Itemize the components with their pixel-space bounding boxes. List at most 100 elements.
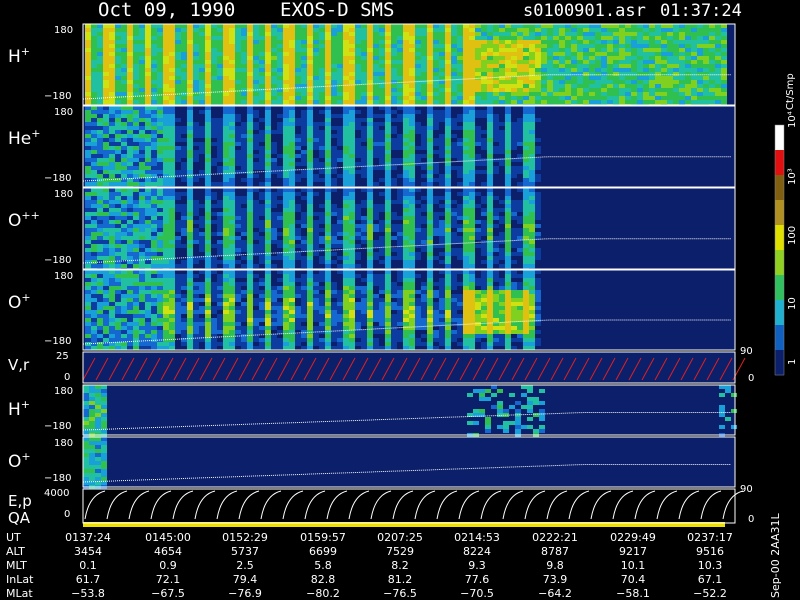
axis-row-value: 3454 xyxy=(74,545,102,558)
axis-row-value: 8.2 xyxy=(391,559,409,572)
axis-row-value: 10.1 xyxy=(621,559,646,572)
small-panel-background xyxy=(83,385,735,435)
axis-row-value: 0207:25 xyxy=(377,531,423,544)
y-tick-max: 180 xyxy=(54,438,73,449)
colorbar-segment xyxy=(775,275,784,301)
axis-row-value: 8224 xyxy=(463,545,491,558)
axis-row-value: −58.1 xyxy=(616,587,650,600)
axis-row-value: 9.3 xyxy=(468,559,486,572)
panel-species-charge: + xyxy=(31,127,40,140)
axis-row-value: −76.9 xyxy=(228,587,262,600)
small-panel-label: H+ xyxy=(8,398,30,420)
y-tick-max: 180 xyxy=(54,189,73,200)
panel-species-charge: ++ xyxy=(21,209,39,222)
axis-row-value: 0214:53 xyxy=(454,531,500,544)
axis-row-value: 9.8 xyxy=(546,559,564,572)
colorbar-tick-label: 100 xyxy=(787,226,798,245)
small-panel-charge: + xyxy=(21,450,30,463)
colorbar-tick-label: 1 xyxy=(787,359,798,365)
axis-row-label: ALT xyxy=(6,545,25,558)
ep-right-tick: 90 xyxy=(740,484,753,495)
axis-row-value: 61.7 xyxy=(76,573,101,586)
axis-row-value: 0152:29 xyxy=(222,531,268,544)
axis-row-value: 77.6 xyxy=(465,573,490,586)
colorbar-tick-label: 10³ xyxy=(787,168,798,185)
x-axis-table: UT 0137:24 0145:00 0152:29 0159:57 0207:25 021… xyxy=(6,531,733,600)
vr-label: V,r xyxy=(8,356,30,374)
small-panel-charge: + xyxy=(21,398,30,411)
axis-row-value: 79.4 xyxy=(233,573,258,586)
axis-row-value: 73.9 xyxy=(543,573,568,586)
colorbar-segment xyxy=(775,225,784,251)
axis-row-value: 9217 xyxy=(619,545,647,558)
vr-right-zero: 0 xyxy=(748,373,754,384)
axis-row-value: 0145:00 xyxy=(145,531,191,544)
axis-row-value: −80.2 xyxy=(306,587,340,600)
colorbar-segment xyxy=(775,250,784,276)
axis-row-value: 4654 xyxy=(154,545,182,558)
vr-y-max: 25 xyxy=(56,351,69,362)
colorbar-segment xyxy=(775,150,784,176)
axis-row-value: 2.5 xyxy=(236,559,254,572)
axis-row-value: 72.1 xyxy=(156,573,181,586)
colorbar-segment xyxy=(775,300,784,326)
axis-row-value: 70.4 xyxy=(621,573,646,586)
small-panel-background xyxy=(83,437,735,487)
colorbar-segment xyxy=(775,175,784,201)
colorbar-segment xyxy=(775,125,784,151)
axis-row-value: 10.3 xyxy=(698,559,723,572)
colorbar-segment xyxy=(775,200,784,226)
axis-row-value: 5737 xyxy=(231,545,259,558)
panel-species-charge: + xyxy=(21,45,30,58)
y-tick-min: −180 xyxy=(44,336,71,347)
colorbar-segment xyxy=(775,350,784,376)
y-tick-max: 180 xyxy=(54,386,73,397)
axis-row-value: 0.1 xyxy=(79,559,97,572)
axis-row-value: −53.8 xyxy=(71,587,105,600)
axis-row-value: 6699 xyxy=(309,545,337,558)
y-tick-min: −180 xyxy=(44,473,71,484)
axis-row-label: MLT xyxy=(6,559,27,572)
y-tick-max: 180 xyxy=(54,271,73,282)
title-file: s0100901.asr xyxy=(523,1,646,21)
side-note: Sep-00 2AA31L xyxy=(769,512,782,598)
axis-row-value: −64.2 xyxy=(538,587,572,600)
axis-row-value: 9516 xyxy=(696,545,724,558)
axis-row-label: InLat xyxy=(6,573,34,586)
colorbar-title: Ct/Smp xyxy=(785,73,796,110)
y-tick-max: 180 xyxy=(54,25,73,36)
colorbar: 1 10 100 10³ 10⁴ xyxy=(774,111,798,376)
axis-row-value: 0222:21 xyxy=(532,531,578,544)
ep-right-zero: 0 xyxy=(748,514,754,525)
title-instrument: EXOS-D SMS xyxy=(280,0,394,21)
axis-row-value: −52.2 xyxy=(693,587,727,600)
y-tick-min: −180 xyxy=(44,421,71,432)
axis-row-value: −70.5 xyxy=(460,587,494,600)
panel-species-charge: + xyxy=(21,291,30,304)
small-panel-label: O+ xyxy=(8,450,31,472)
colorbar-tick-label: 10 xyxy=(787,297,798,310)
panel-species-label: O+ xyxy=(8,291,31,313)
axis-row-value: 0137:24 xyxy=(65,531,111,544)
ep-trace xyxy=(84,490,744,520)
axis-row-label: MLat xyxy=(6,587,33,600)
axis-row-value: 0.9 xyxy=(159,559,177,572)
axis-row-value: 0229:49 xyxy=(610,531,656,544)
ep-label: E,p xyxy=(8,492,32,510)
y-tick-min: −180 xyxy=(44,255,71,266)
axis-row-value: −76.5 xyxy=(383,587,417,600)
exos-d-sms-plot: Oct 09, 1990 EXOS-D SMS s0100901.asr 01:… xyxy=(6,0,798,600)
vr-y-min: 0 xyxy=(64,372,70,383)
colorbar-segment xyxy=(775,325,784,351)
y-tick-max: 180 xyxy=(54,107,73,118)
y-tick-min: −180 xyxy=(44,173,71,184)
axis-row-value: 67.1 xyxy=(698,573,723,586)
axis-row-value: 8787 xyxy=(541,545,569,558)
axis-row-value: 81.2 xyxy=(388,573,413,586)
panel-species-label: H+ xyxy=(8,45,30,67)
axis-row-label: UT xyxy=(6,531,21,544)
ep-y-max: 4000 xyxy=(44,488,69,499)
title-time: 01:37:24 xyxy=(660,1,742,21)
axis-row-value: 0159:57 xyxy=(300,531,346,544)
panel-species-label: O++ xyxy=(8,209,40,231)
